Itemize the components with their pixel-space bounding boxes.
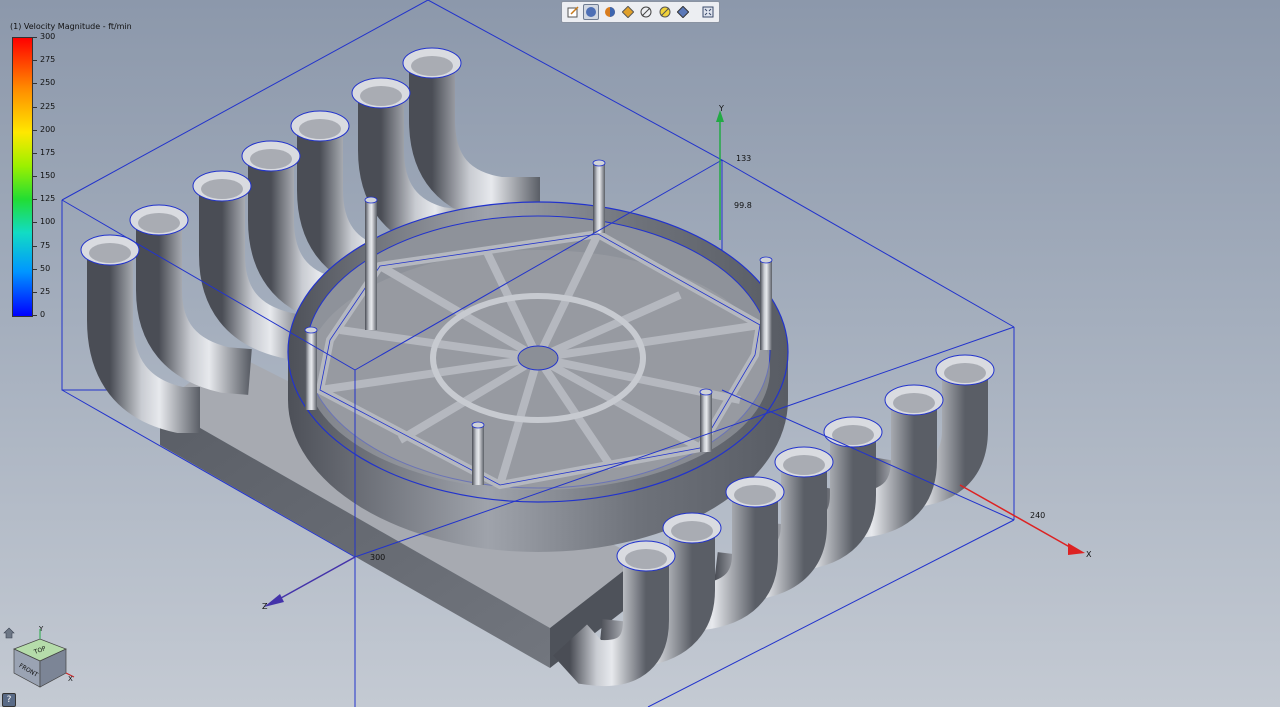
legend-tick-label: 150 [40,171,56,180]
blue-shade-icon[interactable] [675,4,690,20]
x-axis-letter: X [1086,550,1092,559]
legend-tickmark [33,291,37,293]
legend-tick-label: 250 [40,78,56,88]
fit-view-icon[interactable] [701,4,716,20]
y-axis-top-label: 133 [736,154,752,163]
legend-tick-label: 200 [40,124,56,134]
hub [517,345,559,371]
viewcube-y-letter: Y [39,625,44,633]
legend-tick-label: 275 [40,55,56,65]
legend-tickmark [33,268,37,270]
orange-shade-icon[interactable] [620,4,635,20]
viewcube-x-letter: X [68,675,73,683]
legend-tick-label: 25 [40,286,51,296]
z-axis [264,556,356,607]
z-axis-value-label: 300 [370,553,386,562]
yellow-outline-icon[interactable] [657,4,672,20]
3d-viewport[interactable] [0,0,1280,707]
legend-tickmark [33,315,37,316]
edit-icon[interactable] [565,4,580,20]
z-axis-letter: Z [262,602,268,611]
y-axis [716,110,724,240]
legend-title: (1) Velocity Magnitude - ft/min [10,22,132,31]
y-axis-letter: Y [719,104,724,113]
legend-tick-label: 125 [40,194,56,204]
shaded-view-icon[interactable] [583,4,599,20]
ring-housing [287,201,789,552]
legend-tick-label: 0 [40,310,46,319]
velocity-legend: (1) Velocity Magnitude - ft/min 300 275 25… [10,22,150,322]
legend-tick-label: 300 [40,32,56,41]
viewcube[interactable]: Y X TOP FRONT [8,625,80,697]
view-toolbar [561,1,720,23]
legend-tickmark [33,245,37,247]
color-shade-icon[interactable] [602,4,617,20]
legend-tickmark [33,60,37,62]
legend-tick-label: 175 [40,147,56,157]
y-axis-mid-label: 99.8 [734,201,752,210]
outline-icon[interactable] [639,4,654,20]
legend-tickmark [33,222,37,224]
legend-tick-label: 75 [40,240,51,250]
help-button[interactable]: ? [2,693,16,707]
legend-tickmark [33,152,37,154]
legend-tick-label: 50 [40,263,51,273]
legend-tickmark [33,176,37,177]
legend-tickmark [33,106,37,108]
legend-color-bar [12,37,33,317]
legend-tickmark [33,199,37,201]
x-axis-value-label: 240 [1030,511,1046,520]
legend-tickmark [33,83,37,85]
legend-tick-label: 225 [40,101,56,111]
legend-tickmark [33,129,37,131]
legend-tick-label: 100 [40,217,56,227]
x-axis [959,484,1085,555]
legend-tickmark [33,37,37,38]
